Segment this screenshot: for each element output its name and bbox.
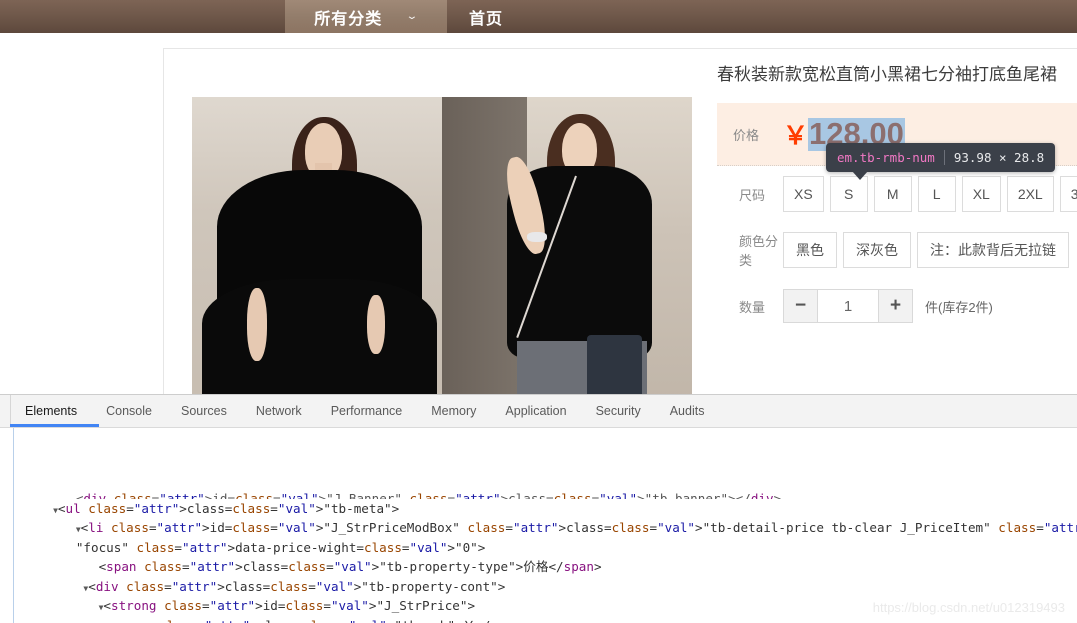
elements-dom-tree[interactable]: <div class="attr">id=class="val">"J_Bann… — [0, 428, 1077, 623]
chevron-down-icon: ⌄ — [405, 11, 421, 22]
product-gallery[interactable] — [192, 97, 692, 395]
tab-network[interactable]: Network — [241, 395, 316, 427]
screenshot-root: 所有分类 ⌄ 首页 春秋装新款宽松直筒小黑裙七分袖打底鱼尾裙 价格 ￥ 128.… — [0, 0, 1077, 623]
price-label: 价格 — [733, 127, 760, 143]
tab-performance[interactable]: Performance — [316, 395, 417, 427]
nav-all-categories-label: 所有分类 — [314, 10, 383, 28]
dom-line[interactable]: <em class="attr">class=class="val">"tb-r… — [0, 616, 1077, 623]
site-top-nav: 所有分类 ⌄ 首页 — [0, 0, 1077, 33]
tooltip-divider — [943, 150, 945, 165]
photo1-arm-left — [247, 288, 267, 361]
color-row: 颜色分类 黑色 深灰色 注：此款背后无拉链 — [717, 222, 1077, 278]
watermark: https://blog.csdn.net/u012319493 — [872, 600, 1065, 615]
color-option-note[interactable]: 注：此款背后无拉链 — [917, 232, 1069, 268]
element-inspector-tooltip: em.tb-rmb-num 93.98 × 28.8 — [826, 143, 1056, 180]
dom-line[interactable]: <span class="attr">class=class="val">"tb… — [0, 557, 1077, 577]
quantity-row: 数量 − 1 + 件(库存2件) — [717, 278, 1077, 334]
nav-home-label: 首页 — [469, 10, 504, 28]
size-options: XS S M L XL 2XL 3XL — [783, 176, 1077, 212]
dom-line[interactable]: ▼<li class="attr">id=class="val">"J_StrP… — [0, 518, 1077, 538]
color-label: 颜色分类 — [739, 234, 779, 268]
product-title: 春秋装新款宽松直筒小黑裙七分袖打底鱼尾裙 — [717, 65, 1057, 84]
tab-elements[interactable]: Elements — [10, 395, 91, 427]
photo1-arm-right — [367, 295, 385, 355]
color-options: 黑色 深灰色 注：此款背后无拉链 — [783, 232, 1069, 268]
tab-sources[interactable]: Sources — [166, 395, 241, 427]
dom-line[interactable]: <div class="attr">id=class="val">"J_Bann… — [0, 489, 1077, 499]
product-info-column: 春秋装新款宽松直筒小黑裙七分袖打底鱼尾裙 价格 ￥ 128.00 尺码 XS S — [717, 61, 1077, 334]
tab-memory[interactable]: Memory — [416, 395, 490, 427]
size-option-2xl[interactable]: 2XL — [1006, 176, 1054, 212]
tab-security[interactable]: Security — [581, 395, 655, 427]
product-page: 春秋装新款宽松直筒小黑裙七分袖打底鱼尾裙 价格 ￥ 128.00 尺码 XS S — [0, 33, 1077, 395]
dom-line[interactable]: "focus" class="attr">data-price-wight=cl… — [0, 538, 1077, 558]
dom-line[interactable]: ▼<ul class="attr">class=class="val">"tb-… — [0, 499, 1077, 519]
product-detail-card: 春秋装新款宽松直筒小黑裙七分袖打底鱼尾裙 价格 ￥ 128.00 尺码 XS S — [163, 48, 1077, 395]
size-option-l[interactable]: L — [917, 176, 956, 212]
color-option-black[interactable]: 黑色 — [783, 232, 837, 268]
size-option-xs[interactable]: XS — [783, 176, 824, 212]
photo2-handbag — [587, 334, 642, 395]
tooltip-arrow-icon — [852, 171, 868, 180]
photo1-dress-hem — [202, 278, 437, 395]
devtools-tab-bar: Elements Console Sources Network Perform… — [0, 395, 1077, 428]
dom-line[interactable]: ▼<div class="attr">class=class="val">"tb… — [0, 577, 1077, 597]
stock-text: 件(库存2件) — [925, 299, 993, 315]
nav-home[interactable]: 首页 — [447, 0, 525, 33]
tooltip-dimensions: 93.98 × 28.8 — [953, 150, 1045, 165]
quantity-stepper: − 1 + — [783, 289, 913, 323]
nav-all-categories[interactable]: 所有分类 ⌄ — [285, 0, 447, 33]
color-option-dark-gray[interactable]: 深灰色 — [843, 232, 911, 268]
currency-symbol: ￥ — [783, 122, 809, 150]
tab-audits[interactable]: Audits — [655, 395, 719, 427]
size-option-3xl[interactable]: 3XL — [1059, 176, 1077, 212]
photo2-bracelet — [527, 232, 547, 243]
size-option-xl[interactable]: XL — [961, 176, 1001, 212]
plus-icon[interactable]: + — [878, 289, 913, 323]
topnav-left-spacer — [0, 0, 285, 33]
tab-application[interactable]: Application — [490, 395, 580, 427]
size-row: 尺码 XS S M L XL 2XL 3XL — [717, 166, 1077, 222]
tooltip-selector: em.tb-rmb-num — [837, 150, 935, 165]
size-option-s[interactable]: S — [829, 176, 868, 212]
quantity-label: 数量 — [739, 299, 766, 315]
tab-console[interactable]: Console — [91, 395, 166, 427]
product-photo-2[interactable] — [442, 97, 692, 395]
devtools-panel: Elements Console Sources Network Perform… — [0, 394, 1077, 623]
product-photo-1[interactable] — [192, 97, 442, 395]
minus-icon[interactable]: − — [783, 289, 818, 323]
size-label: 尺码 — [739, 187, 766, 203]
quantity-input[interactable]: 1 — [818, 289, 878, 323]
size-option-m[interactable]: M — [873, 176, 912, 212]
